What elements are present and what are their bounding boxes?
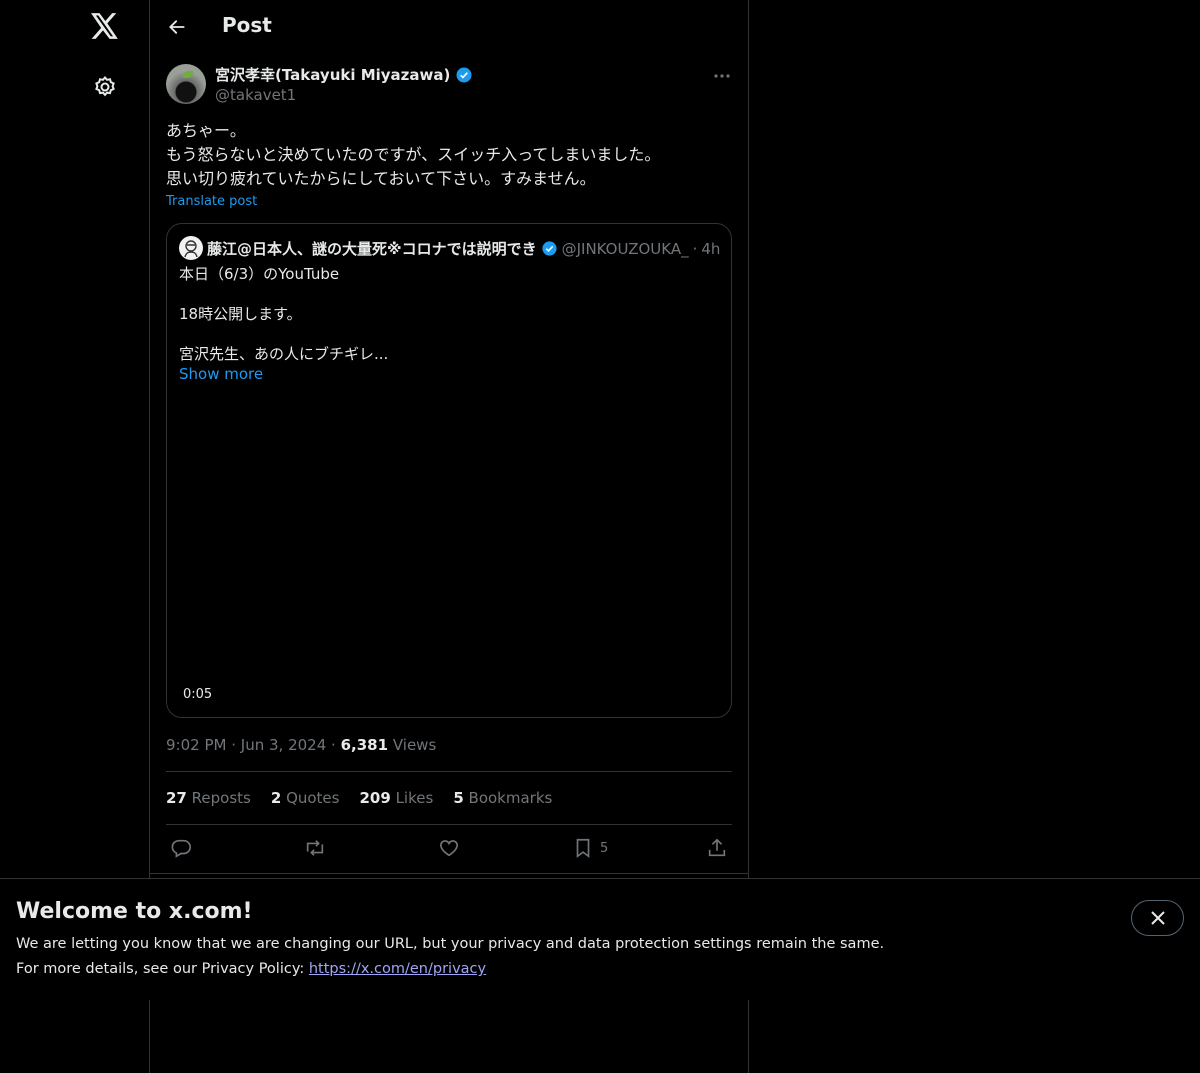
quote-paragraph: 18時公開します。 [179, 305, 302, 323]
repost-button[interactable] [304, 836, 326, 860]
quote-time: 4h [701, 239, 721, 258]
verified-badge-icon [542, 241, 557, 256]
bookmarks-label: Bookmarks [468, 789, 553, 807]
likes-label: Likes [395, 789, 434, 807]
repost-icon [306, 840, 324, 856]
quote-avatar [179, 236, 203, 260]
post-line: あちゃー。 [166, 121, 246, 140]
post-date[interactable]: Jun 3, 2024 [241, 736, 326, 754]
verified-badge-icon [456, 67, 472, 82]
divider [166, 824, 732, 825]
divider [150, 873, 748, 874]
banner-privacy-prefix: For more details, see our Privacy Policy… [16, 961, 309, 977]
author-avatar[interactable] [166, 64, 206, 104]
reposts-stat[interactable]: 27 Reposts [166, 789, 251, 807]
share-icon [708, 838, 726, 857]
bookmark-icon [576, 838, 590, 858]
author-name-row: 宮沢孝幸(Takayuki Miyazawa) [215, 64, 473, 85]
likes-count: 209 [359, 789, 391, 807]
views-count: 6,381 [340, 736, 389, 754]
quote-text: 本日（6/3）のYouTube 18時公開します。 宮沢先生、あの人にブチギレ.… [179, 264, 719, 384]
like-button[interactable] [438, 836, 460, 860]
quote-paragraph: 本日（6/3）のYouTube [179, 265, 340, 283]
page-title: Post [222, 13, 272, 37]
banner-privacy-line: For more details, see our Privacy Policy… [16, 961, 486, 977]
privacy-policy-link[interactable]: https://x.com/en/privacy [309, 961, 486, 977]
post-text: あちゃー。 もう怒らないと決めていたのですが、スイッチ入ってしまいました。 思い… [166, 119, 732, 191]
post-meta: 9:02 PM · Jun 3, 2024 · 6,381 Views [166, 736, 436, 754]
quote-author-name: 藤江@日本人、謎の大量死※コロナでは説明でき [207, 240, 537, 258]
translate-post-link[interactable]: Translate post [166, 194, 257, 209]
banner-title: Welcome to x.com! [16, 899, 253, 924]
quote-video[interactable] [168, 624, 730, 716]
quote-author-handle: @JINKOUZOUKA_ [561, 239, 689, 258]
x-logo-icon[interactable] [89, 10, 121, 42]
close-banner-button[interactable] [1131, 900, 1184, 936]
share-button[interactable] [706, 836, 728, 860]
post-line: もう怒らないと決めていたのですが、スイッチ入ってしまいました。 [166, 145, 661, 164]
quote-separator: · [692, 239, 698, 258]
post-time[interactable]: 9:02 PM [166, 736, 226, 754]
reply-icon [171, 839, 191, 858]
likes-stat[interactable]: 209 Likes [359, 789, 433, 807]
video-duration: 0:05 [183, 687, 213, 702]
quotes-count: 2 [270, 789, 282, 807]
close-icon [1150, 911, 1165, 925]
quoted-post[interactable]: 藤江@日本人、謎の大量死※コロナでは説明でき @JINKOUZOUKA_ · 4… [166, 223, 732, 718]
author-handle[interactable]: @takavet1 [215, 86, 296, 104]
url-change-banner: Welcome to x.com! We are letting you kno… [0, 878, 1200, 1000]
engagement-stats: 27 Reposts 2 Quotes 209 Likes 5 Bookmark… [166, 789, 552, 807]
back-arrow-icon[interactable] [165, 15, 189, 39]
views-label: Views [392, 736, 437, 754]
quote-paragraph: 宮沢先生、あの人にブチギレ... [179, 345, 389, 363]
meta-separator: · [231, 736, 237, 754]
top-bar: Post [150, 0, 748, 54]
quotes-stat[interactable]: 2 Quotes [271, 789, 340, 807]
banner-message: We are letting you know that we are chan… [16, 936, 885, 952]
settings-icon[interactable] [91, 73, 119, 101]
reply-button[interactable] [170, 836, 192, 860]
more-options-icon[interactable] [710, 64, 734, 88]
bookmark-button[interactable]: 5 [572, 836, 608, 860]
bookmark-count: 5 [600, 840, 609, 856]
divider [166, 771, 732, 772]
post-line: 思い切り疲れていたからにしておいて下さい。すみません。 [166, 169, 596, 188]
author-name[interactable]: 宮沢孝幸(Takayuki Miyazawa) [215, 64, 450, 85]
bookmarks-count: 5 [453, 789, 464, 807]
quote-header: 藤江@日本人、謎の大量死※コロナでは説明でき @JINKOUZOUKA_ · 4… [207, 238, 727, 259]
reposts-count: 27 [166, 789, 187, 807]
reposts-label: Reposts [191, 789, 251, 807]
meta-separator: · [331, 736, 336, 754]
bookmarks-stat[interactable]: 5 Bookmarks [453, 789, 552, 807]
like-icon [439, 840, 459, 857]
quotes-label: Quotes [286, 789, 340, 807]
show-more-link[interactable]: Show more [179, 364, 719, 384]
